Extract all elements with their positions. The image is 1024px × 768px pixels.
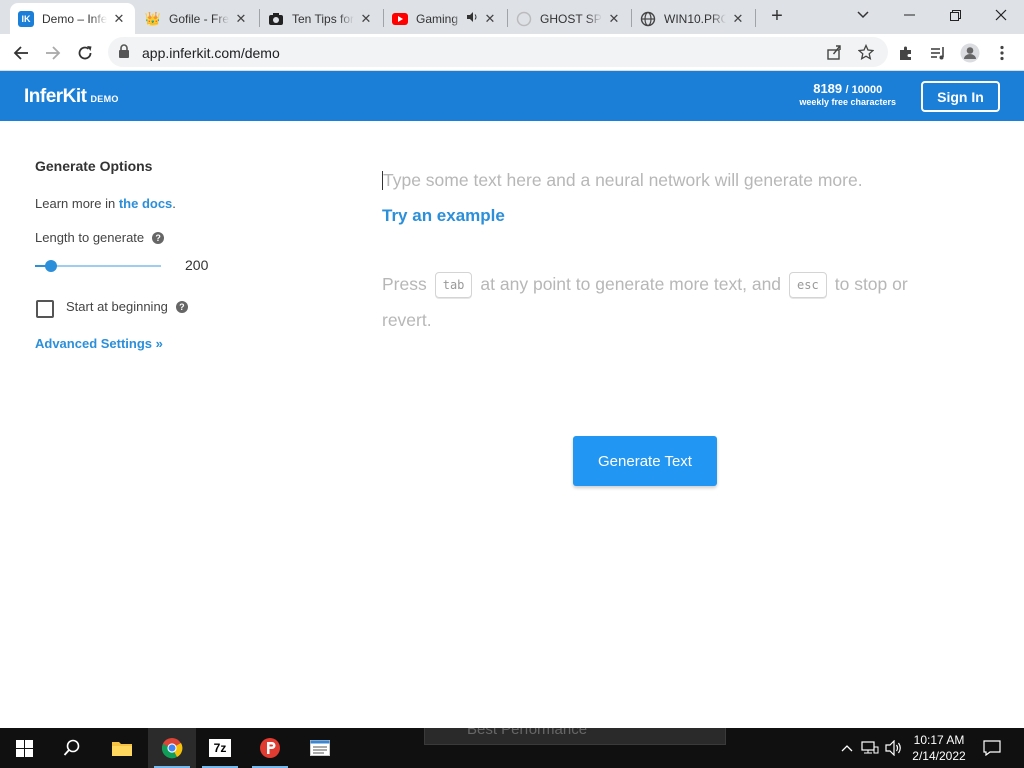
start-label-row: Start at beginning ? <box>66 299 188 314</box>
tab-title: GHOST SPECTRE <box>540 11 602 26</box>
inferkit-favicon-icon: IK <box>18 10 34 27</box>
quota-used: 8189 <box>813 81 843 96</box>
seven-zip-label: 7z <box>209 739 231 757</box>
speaker-icon[interactable] <box>466 11 478 26</box>
psiphon-icon[interactable] <box>246 728 294 768</box>
minimize-icon[interactable] <box>886 0 932 30</box>
seven-zip-icon[interactable]: 7z <box>196 728 244 768</box>
try-example-link[interactable]: Try an example <box>382 206 505 226</box>
lock-icon[interactable] <box>118 44 130 63</box>
volume-icon[interactable] <box>884 738 904 758</box>
reload-icon[interactable] <box>72 40 98 66</box>
youtube-favicon-icon <box>392 11 408 27</box>
keyboard-hint: Press tab at any point to generate more te… <box>382 266 922 338</box>
tab-separator <box>755 9 756 27</box>
character-quota: 8189 / 10000 weekly free characters <box>799 81 896 107</box>
close-tab-icon[interactable]: ✕ <box>606 11 622 27</box>
file-explorer-icon[interactable] <box>98 728 146 768</box>
taskbar-clock[interactable]: 10:17 AM 2/14/2022 <box>904 732 974 764</box>
quota-total: / 10000 <box>845 84 883 96</box>
windows-start-icon[interactable] <box>0 728 48 768</box>
length-help-icon[interactable]: ? <box>152 231 165 244</box>
tab-inferkit-demo[interactable]: IK Demo – InferKit ✕ <box>10 3 135 34</box>
forward-arrow-icon[interactable] <box>40 40 66 66</box>
esc-key-badge: esc <box>789 272 827 299</box>
gofile-favicon-icon: 👑 <box>144 10 162 26</box>
tray-chevron-up-icon[interactable] <box>837 738 857 758</box>
clock-date: 2/14/2022 <box>912 749 966 763</box>
new-tab-plus-icon[interactable]: + <box>766 5 788 27</box>
share-icon[interactable] <box>824 42 844 62</box>
tab-gofile[interactable]: 👑 Gofile - Free file sharing ✕ <box>137 3 257 34</box>
quota-label: weekly free characters <box>799 97 896 107</box>
length-value: 200 <box>185 257 209 273</box>
close-tab-icon[interactable]: ✕ <box>730 11 746 27</box>
prompt-editor[interactable]: Type some text here and a neural network… <box>383 170 863 191</box>
tab-gaming[interactable]: Gaming ✕ <box>384 3 506 34</box>
close-tab-icon[interactable]: ✕ <box>358 11 374 27</box>
close-tab-icon[interactable]: ✕ <box>233 11 249 27</box>
brand-name: InferKit <box>24 86 87 107</box>
restore-icon[interactable] <box>932 0 978 30</box>
media-queue-icon[interactable] <box>925 40 951 66</box>
taskbar-preview-ghost: Best Performance <box>424 728 726 745</box>
length-slider[interactable] <box>35 259 161 273</box>
back-arrow-icon[interactable] <box>8 40 34 66</box>
windows-taskbar: Best Performance 7z 10:17 AM 2/14/2022 <box>0 728 1024 768</box>
tab-win10-pro[interactable]: WIN10.PRO ✕ <box>632 3 754 34</box>
profile-avatar-icon[interactable] <box>957 40 983 66</box>
extensions-puzzle-icon[interactable] <box>893 40 919 66</box>
tab-title: Gofile - Free file sharing <box>169 11 229 26</box>
hint-press: Press <box>382 274 427 294</box>
tab-title: Gaming <box>416 11 459 26</box>
notepad-list-icon[interactable] <box>296 728 344 768</box>
tab-ten-tips[interactable]: Ten Tips for gamers ✕ <box>260 3 382 34</box>
tab-title: Demo – InferKit <box>42 11 107 26</box>
tab-search-chevron-icon[interactable] <box>840 0 886 30</box>
docs-prefix: Learn more in <box>35 196 119 211</box>
length-label-row: Length to generate ? <box>35 230 165 245</box>
generate-text-button[interactable]: Generate Text <box>573 436 717 486</box>
bookmark-star-icon[interactable] <box>856 42 876 62</box>
notifications-icon[interactable] <box>982 738 1002 758</box>
search-icon[interactable] <box>48 728 96 768</box>
brand-demo-tag: DEMO <box>90 94 119 104</box>
menu-kebab-icon[interactable] <box>989 40 1015 66</box>
length-label: Length to generate <box>35 230 145 245</box>
docs-link[interactable]: the docs <box>119 196 172 211</box>
tab-ghost-spectre[interactable]: GHOST SPECTRE ✕ <box>508 3 630 34</box>
sign-in-button[interactable]: Sign In <box>921 81 1000 112</box>
ghost-favicon-icon <box>516 11 532 27</box>
advanced-settings-link[interactable]: Advanced Settings » <box>35 336 163 351</box>
camera-favicon-icon <box>268 11 284 27</box>
docs-line: Learn more in the docs. <box>35 196 176 211</box>
start-label[interactable]: Start at beginning <box>66 299 168 314</box>
tab-key-badge: tab <box>434 272 473 299</box>
tab-title: WIN10.PRO <box>664 11 726 26</box>
docs-suffix: . <box>172 196 176 211</box>
clock-time: 10:17 AM <box>913 733 965 747</box>
slider-thumb[interactable] <box>45 260 57 272</box>
browser-tab-strip: IK Demo – InferKit ✕ 👑 Gofile - Free fil… <box>0 0 1024 34</box>
hint-middle: at any point to generate more text, and <box>480 274 782 294</box>
start-help-icon[interactable]: ? <box>175 300 188 313</box>
app-header: InferKit DEMO 8189 / 10000 weekly free c… <box>0 71 1024 121</box>
inferkit-logo[interactable]: InferKit DEMO <box>24 86 119 108</box>
globe-favicon-icon <box>640 11 656 27</box>
start-at-beginning-checkbox[interactable] <box>36 300 54 318</box>
close-tab-icon[interactable]: ✕ <box>111 11 127 27</box>
close-tab-icon[interactable]: ✕ <box>482 11 498 27</box>
address-bar[interactable]: app.inferkit.com/demo <box>108 37 888 67</box>
tab-title: Ten Tips for gamers <box>292 11 354 26</box>
browser-toolbar: app.inferkit.com/demo <box>0 34 1024 71</box>
network-icon[interactable] <box>860 738 880 758</box>
window-close-icon[interactable] <box>978 0 1024 30</box>
address-url[interactable]: app.inferkit.com/demo <box>142 45 280 61</box>
generate-options-title: Generate Options <box>35 158 153 174</box>
chrome-taskbar-icon[interactable] <box>148 728 196 768</box>
